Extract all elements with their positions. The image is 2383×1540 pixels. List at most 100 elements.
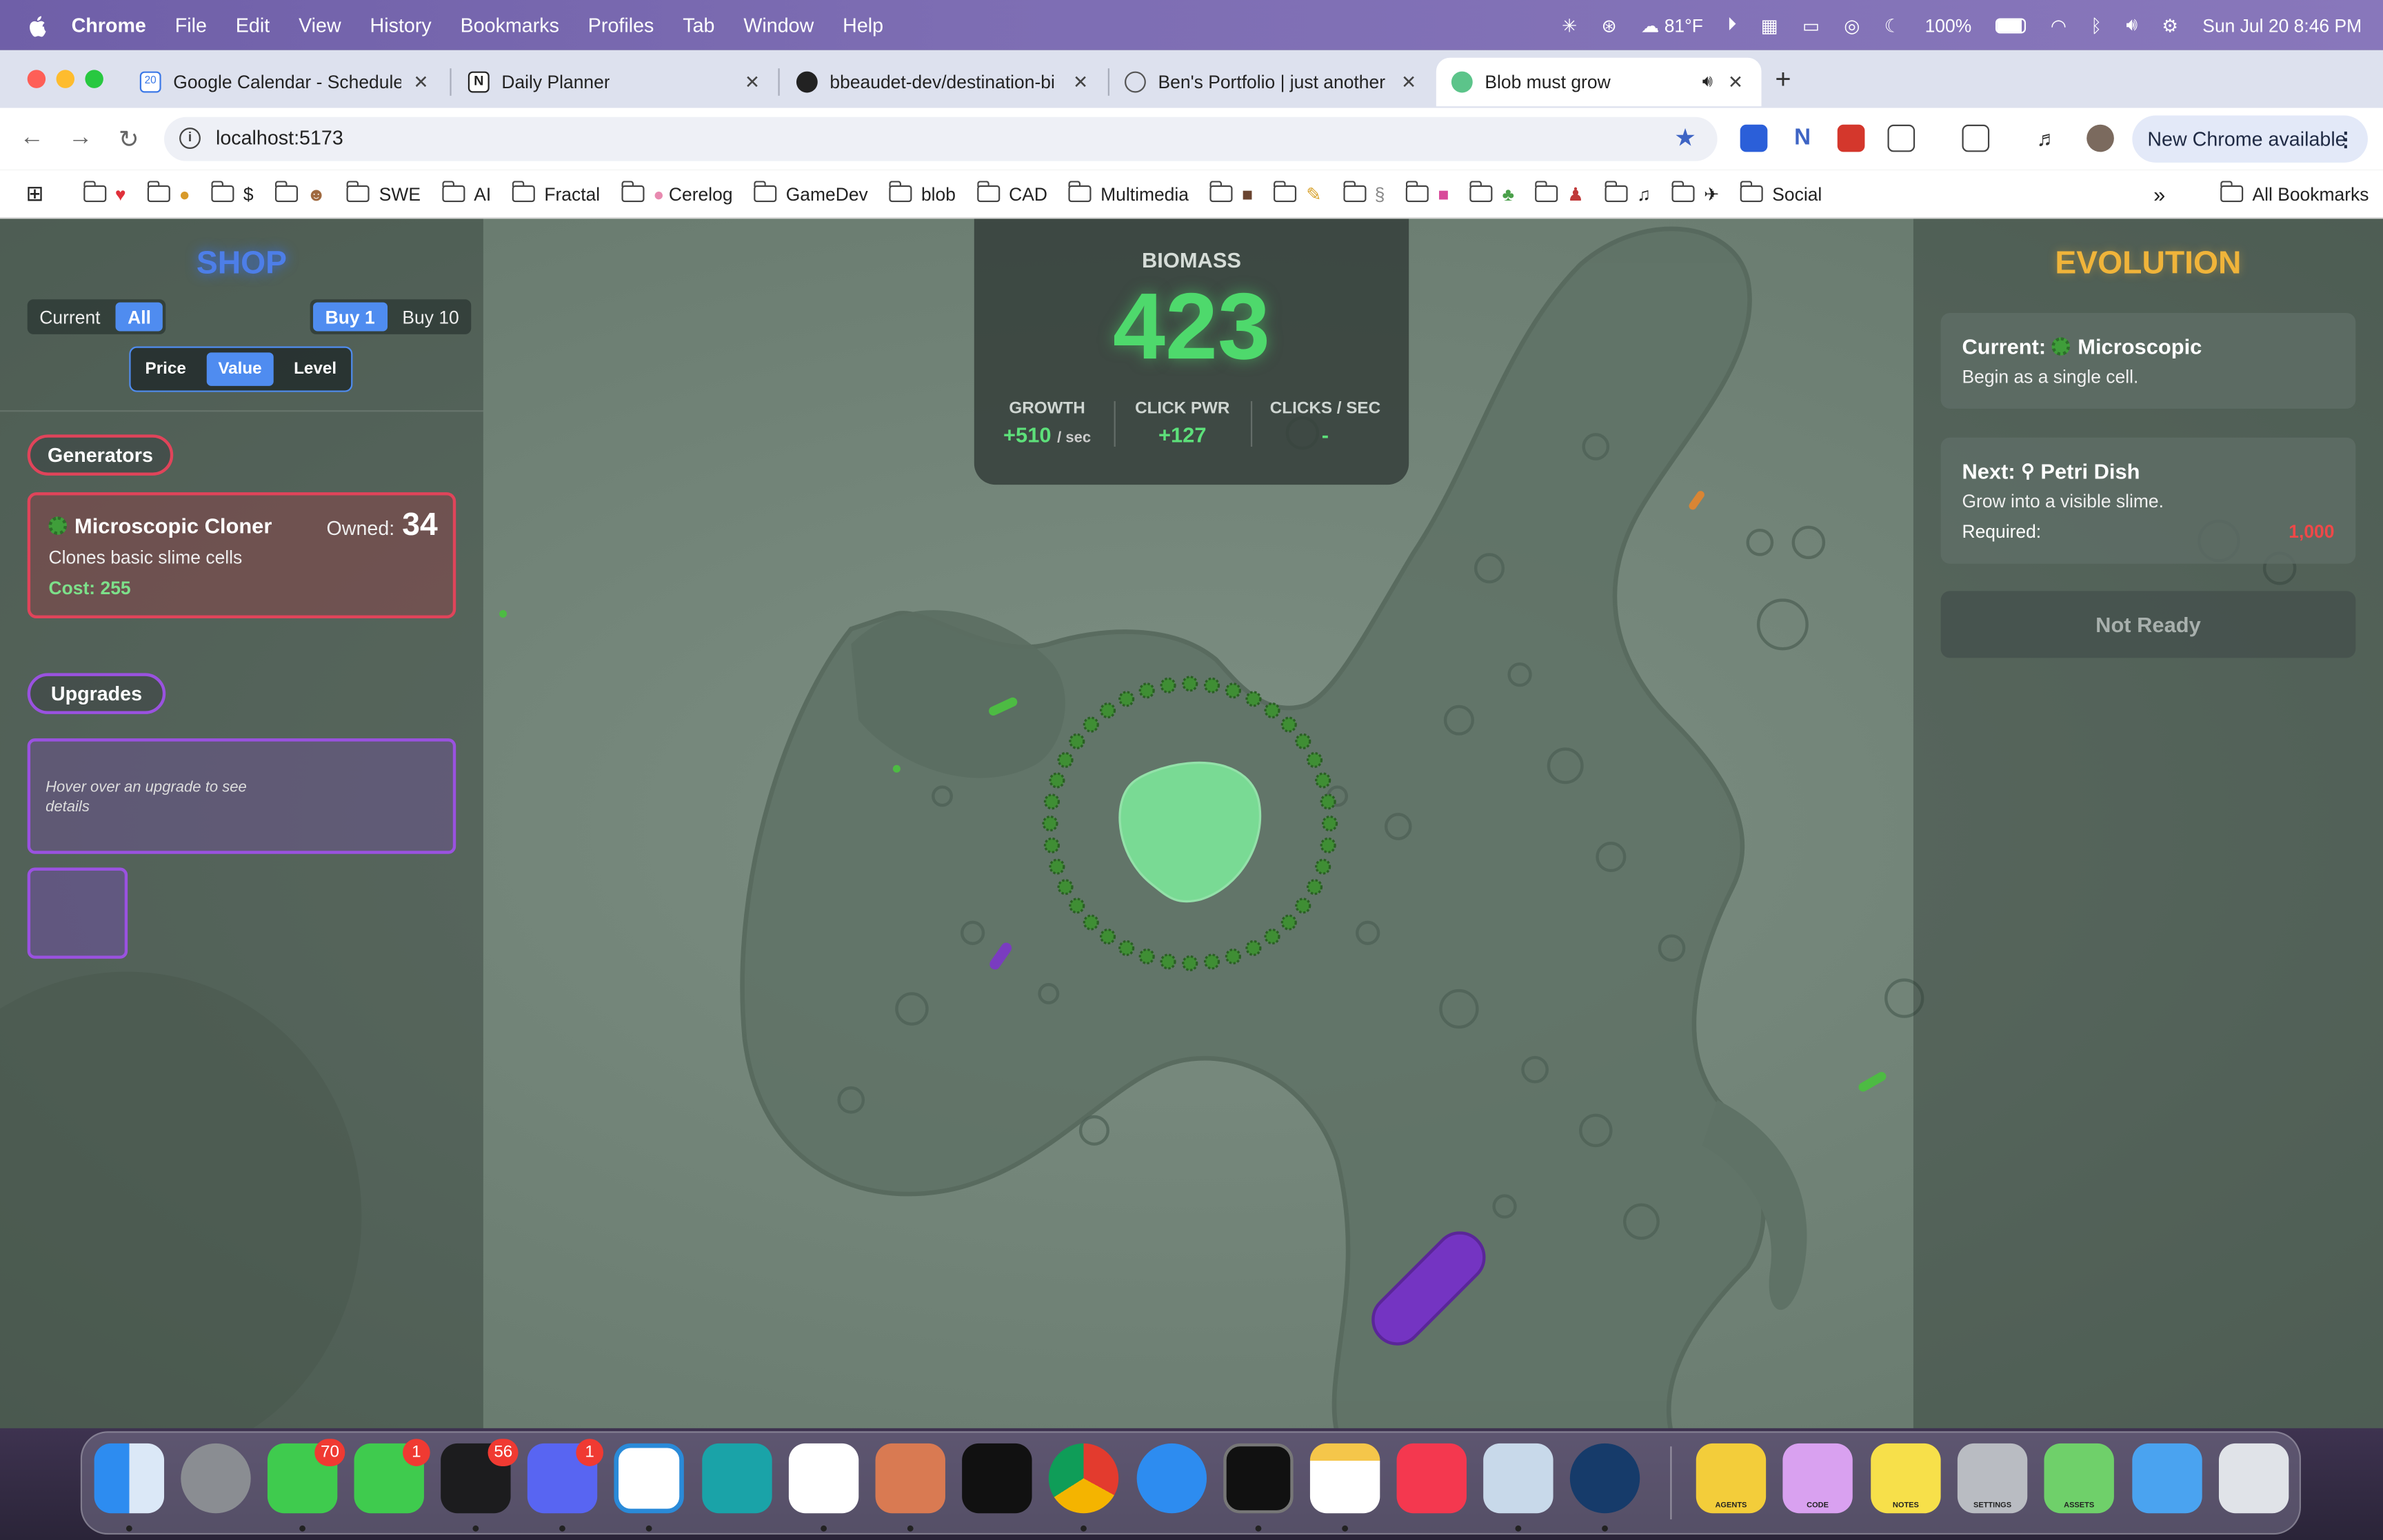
bookmark-folder-gift[interactable]: ■ (1406, 181, 1449, 204)
weather-widget[interactable]: ☁ 81°F (1641, 14, 1703, 36)
unity-icon[interactable] (962, 1443, 1032, 1514)
display-icon[interactable]: ▭ (1802, 14, 1820, 36)
arduino-icon[interactable] (702, 1443, 772, 1514)
steam-icon[interactable] (1569, 1443, 1640, 1514)
menu-app-name[interactable]: Chrome (72, 14, 146, 37)
downloads-folder-icon[interactable] (2132, 1443, 2202, 1514)
more-bookmarks-icon[interactable]: » (2153, 181, 2165, 205)
bookmark-folder-social[interactable]: Social (1740, 181, 1822, 204)
forward-icon[interactable]: → (68, 125, 92, 152)
back-icon[interactable]: ← (20, 125, 44, 152)
bookmark-folder-clover[interactable]: ♣ (1470, 181, 1514, 204)
clock[interactable]: Sun Jul 20 8:46 PM (2202, 14, 2362, 36)
buy-10-button[interactable]: Buy 10 (390, 299, 472, 334)
menu-help[interactable]: Help (843, 14, 883, 37)
bookmark-folder-fractal[interactable]: Fractal (512, 181, 600, 204)
generator-card-microscopic-cloner[interactable]: Microscopic Cloner Clones basic slime ce… (27, 492, 456, 619)
close-window-button[interactable] (27, 70, 46, 88)
menu-history[interactable]: History (370, 14, 432, 37)
bookmark-folder-heart[interactable]: ♥ (83, 181, 126, 204)
address-bar[interactable]: i localhost:5173 ★ (164, 116, 1718, 161)
update-chrome-button[interactable]: New Chrome available ⋮ (2132, 115, 2368, 163)
finder-icon[interactable] (94, 1443, 165, 1514)
evolve-button[interactable]: Not Ready (1940, 591, 2356, 658)
system-settings-icon[interactable] (181, 1443, 251, 1514)
new-tab-button[interactable]: + (1775, 64, 1791, 96)
profile-avatar[interactable] (2087, 124, 2114, 152)
sort-level-button[interactable]: Level (294, 360, 336, 378)
bookmark-folder-cad[interactable]: CAD (976, 181, 1047, 204)
bookmark-folder-book[interactable]: ■ (1209, 181, 1253, 204)
preview-icon[interactable] (1483, 1443, 1554, 1514)
audio-playing-icon[interactable]: 🔊︎ (1702, 72, 1713, 92)
menu-profiles[interactable]: Profiles (588, 14, 654, 37)
close-tab-icon[interactable]: ✕ (745, 72, 760, 93)
bookmark-folder-gamedev[interactable]: GameDev (754, 181, 868, 204)
close-tab-icon[interactable]: ✕ (413, 72, 428, 93)
menu-file[interactable]: File (175, 14, 207, 37)
more-menu-icon[interactable]: ⋮ (2336, 127, 2356, 151)
generators-tab[interactable]: Generators (27, 434, 174, 476)
reload-icon[interactable]: ↻ (119, 125, 139, 155)
safari-icon[interactable] (1136, 1443, 1207, 1514)
all-bookmarks-folder[interactable]: All Bookmarks (2220, 181, 2369, 204)
tab-search-icon[interactable] (1962, 124, 1990, 152)
filter-current-button[interactable]: Current (28, 299, 112, 334)
close-tab-icon[interactable]: ✕ (1728, 72, 1743, 93)
notes-icon[interactable] (1309, 1443, 1380, 1514)
battery-icon[interactable] (1995, 17, 2027, 33)
music-icon[interactable] (1396, 1443, 1467, 1514)
bookmark-folder-pencil[interactable]: ✎ (1274, 181, 1321, 204)
bookmark-folder-cerelog[interactable]: ● Cerelog (621, 181, 733, 204)
apps-grid-icon[interactable]: ⊞ (26, 181, 43, 206)
bookmark-folder-music[interactable]: ♫ (1605, 181, 1651, 204)
puzzle-extensions-icon[interactable] (1887, 124, 1916, 152)
minimize-window-button[interactable] (56, 70, 75, 88)
menu-edit[interactable]: Edit (236, 14, 270, 37)
bookmark-folder-pill[interactable]: ● (147, 181, 190, 204)
chatgpt-icon[interactable] (788, 1443, 859, 1514)
site-info-icon[interactable]: i (179, 128, 201, 150)
claude-app-icon[interactable] (875, 1443, 945, 1514)
sort-value-button[interactable]: Value (205, 352, 274, 386)
upgrades-tab[interactable]: Upgrades (27, 673, 166, 714)
terminal-icon[interactable] (1223, 1443, 1294, 1514)
close-tab-icon[interactable]: ✕ (1401, 72, 1416, 93)
sort-price-button[interactable]: Price (145, 360, 186, 378)
chrome-icon[interactable] (1048, 1443, 1119, 1514)
bitwarden-extension-icon[interactable] (1740, 124, 1768, 152)
moon-icon[interactable]: ☾ (1884, 14, 1901, 36)
bookmark-folder-multimedia[interactable]: Multimedia (1068, 181, 1189, 204)
menu-view[interactable]: View (299, 14, 341, 37)
airdrop-icon[interactable]: ◎ (1844, 14, 1860, 36)
volume-icon[interactable]: 🔊︎ (2126, 14, 2138, 37)
tab-daily-planner[interactable]: N Daily Planner ✕ (453, 58, 778, 107)
bookmark-folder-money[interactable]: $ (211, 181, 254, 204)
n-extension-icon[interactable]: N (1789, 124, 1816, 152)
media-control-icon[interactable]: ♬ (2036, 125, 2064, 152)
upgrade-slot[interactable] (27, 867, 128, 959)
claude-icon[interactable]: ✳ (1562, 14, 1577, 36)
control-center-icon[interactable]: ⚙︎ (2162, 14, 2178, 36)
zoom-window-button[interactable] (85, 70, 103, 88)
bookmark-folder-plane[interactable]: ✈ (1671, 181, 1719, 204)
window-grid-icon[interactable]: ▦ (1761, 14, 1778, 36)
bluetooth-icon[interactable]: ᛒ (2091, 14, 2102, 36)
apple-icon[interactable] (26, 13, 50, 37)
battery-percent[interactable]: 100% (1925, 14, 1972, 36)
vscode-icon[interactable] (614, 1443, 684, 1514)
menu-window[interactable]: Window (743, 14, 814, 37)
bookmark-star-icon[interactable]: ★ (1674, 123, 1696, 154)
tab-google-calendar[interactable]: 20 Google Calendar - Schedule ✕ (125, 58, 447, 107)
filter-all-button[interactable]: All (115, 302, 163, 332)
bookmark-folder-dna[interactable]: § (1343, 181, 1385, 204)
bookmark-folder-blob[interactable]: blob (889, 181, 956, 204)
menu-tab[interactable]: Tab (683, 14, 714, 37)
red-extension-icon[interactable] (1837, 124, 1865, 152)
trash-icon[interactable] (2218, 1443, 2289, 1514)
url-text[interactable]: localhost:5173 (216, 126, 343, 149)
buy-1-button[interactable]: Buy 1 (313, 302, 388, 332)
openai-icon[interactable]: ⊛ (1601, 14, 1616, 36)
wifi-icon[interactable]: ◠ (2051, 14, 2067, 36)
bookmark-folder-person[interactable]: ☻ (274, 181, 326, 204)
